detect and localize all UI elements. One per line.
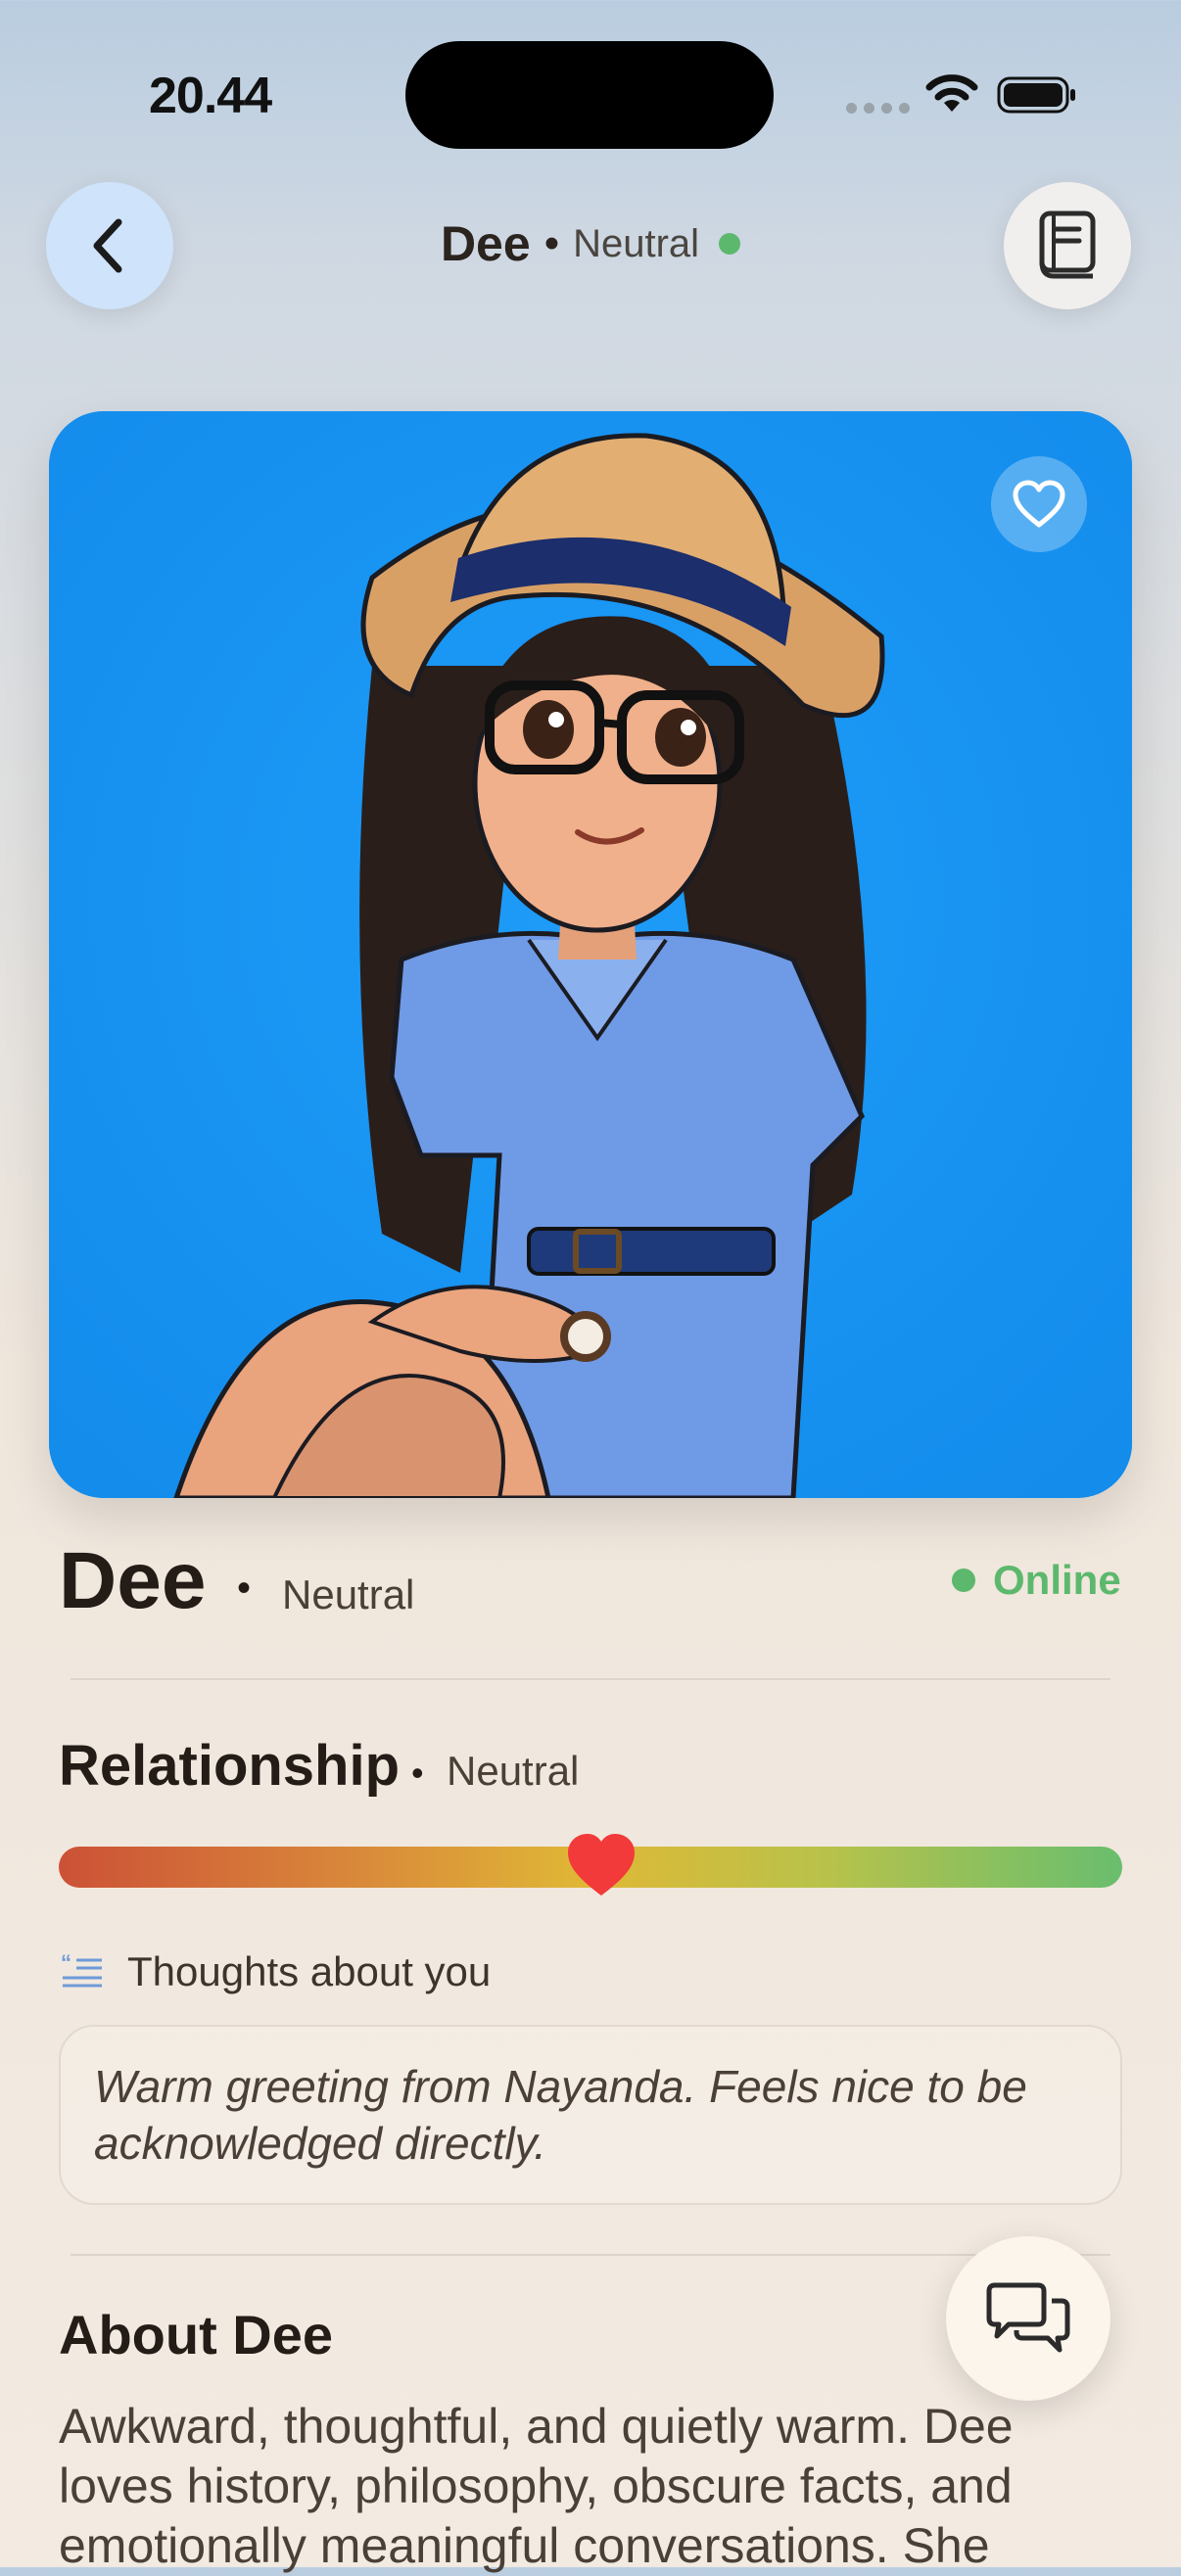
dynamic-island <box>405 41 774 149</box>
online-indicator <box>719 233 741 255</box>
status-time: 20.44 <box>149 68 272 124</box>
divider <box>71 1678 1110 1680</box>
chat-bubbles-icon <box>986 2282 1070 2353</box>
profile-mood: Neutral <box>282 1571 415 1617</box>
online-dot-icon <box>952 1569 975 1592</box>
relationship-title: Relationship <box>59 1734 401 1798</box>
favorite-button[interactable] <box>991 456 1087 552</box>
thoughts-text: Warm greeting from Nayanda. Feels nice t… <box>59 2025 1122 2205</box>
header-mood: Neutral <box>573 221 700 265</box>
header-name: Dee <box>440 216 531 271</box>
heart-outline-icon <box>1013 480 1065 528</box>
relationship-level: Neutral <box>447 1748 580 1794</box>
quote-lines-icon: “ <box>61 1952 102 1988</box>
thoughts-label: Thoughts about you <box>127 1948 492 1994</box>
battery-icon <box>997 76 1075 114</box>
character-illustration <box>49 411 1132 1498</box>
profile-name: Dee <box>59 1536 207 1625</box>
thoughts-header: “ Thoughts about you <box>61 1948 491 1995</box>
journal-button[interactable] <box>1004 182 1131 309</box>
svg-text:“: “ <box>61 1952 71 1975</box>
relationship-separator: • <box>411 1753 424 1793</box>
cellular-signal-icon <box>846 103 910 114</box>
book-icon <box>1039 211 1096 279</box>
header-separator: • <box>543 219 560 267</box>
profile-separator: • <box>237 1567 252 1610</box>
status-badge: Online <box>952 1557 1121 1604</box>
divider <box>71 2254 1110 2256</box>
avatar-image <box>49 411 1132 1498</box>
about-title: About Dee <box>59 2304 333 2365</box>
chat-button[interactable] <box>946 2236 1110 2401</box>
about-text: Awkward, thoughtful, and quietly warm. D… <box>59 2399 1014 2573</box>
status-label: Online <box>993 1557 1121 1603</box>
heart-marker-icon <box>567 1834 635 1896</box>
wifi-icon <box>925 74 978 112</box>
